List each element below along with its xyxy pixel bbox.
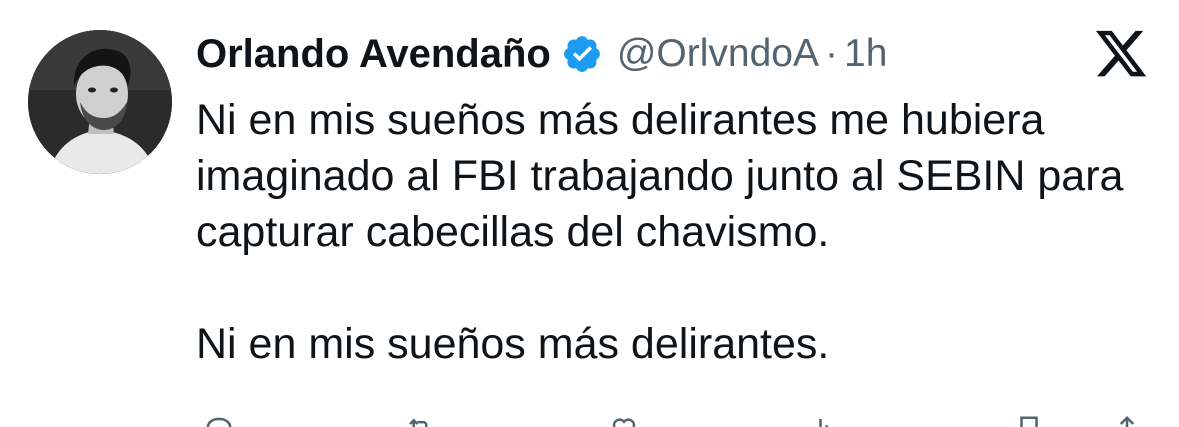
reply-button[interactable] <box>202 414 236 427</box>
repost-button[interactable] <box>400 414 440 427</box>
bookmark-button[interactable] <box>1014 414 1044 427</box>
tweet-timestamp[interactable]: 1h <box>844 32 887 76</box>
repost-icon <box>409 418 428 427</box>
x-logo-icon <box>1093 30 1149 82</box>
tweet-paragraph: Ni en mis sueños más delirantes. <box>196 320 830 368</box>
bookmark-icon <box>1020 416 1038 427</box>
views-icon <box>819 419 828 427</box>
share-icon <box>1119 415 1135 427</box>
tweet-header: Orlando Avendaño @OrlvndoA · 1h <box>196 28 887 80</box>
avatar-photo <box>28 30 172 174</box>
tweet-text: Ni en mis sueños más delirantes me hubie… <box>196 92 1156 372</box>
tweet-paragraph: Ni en mis sueños más delirantes me hubie… <box>196 96 1124 256</box>
verified-badge-icon <box>561 33 603 75</box>
avatar[interactable] <box>28 30 172 174</box>
separator-dot: · <box>825 32 839 75</box>
reply-icon <box>206 417 232 427</box>
views-button[interactable] <box>808 414 838 427</box>
like-button[interactable] <box>606 414 642 427</box>
like-icon <box>612 418 636 427</box>
tweet-card: Orlando Avendaño @OrlvndoA · 1h Ni en mi… <box>0 0 1179 427</box>
share-button[interactable] <box>1112 414 1142 427</box>
tweet-actions <box>196 414 1156 427</box>
author-handle[interactable]: @OrlvndoA <box>617 32 819 76</box>
author-name[interactable]: Orlando Avendaño <box>196 32 551 77</box>
